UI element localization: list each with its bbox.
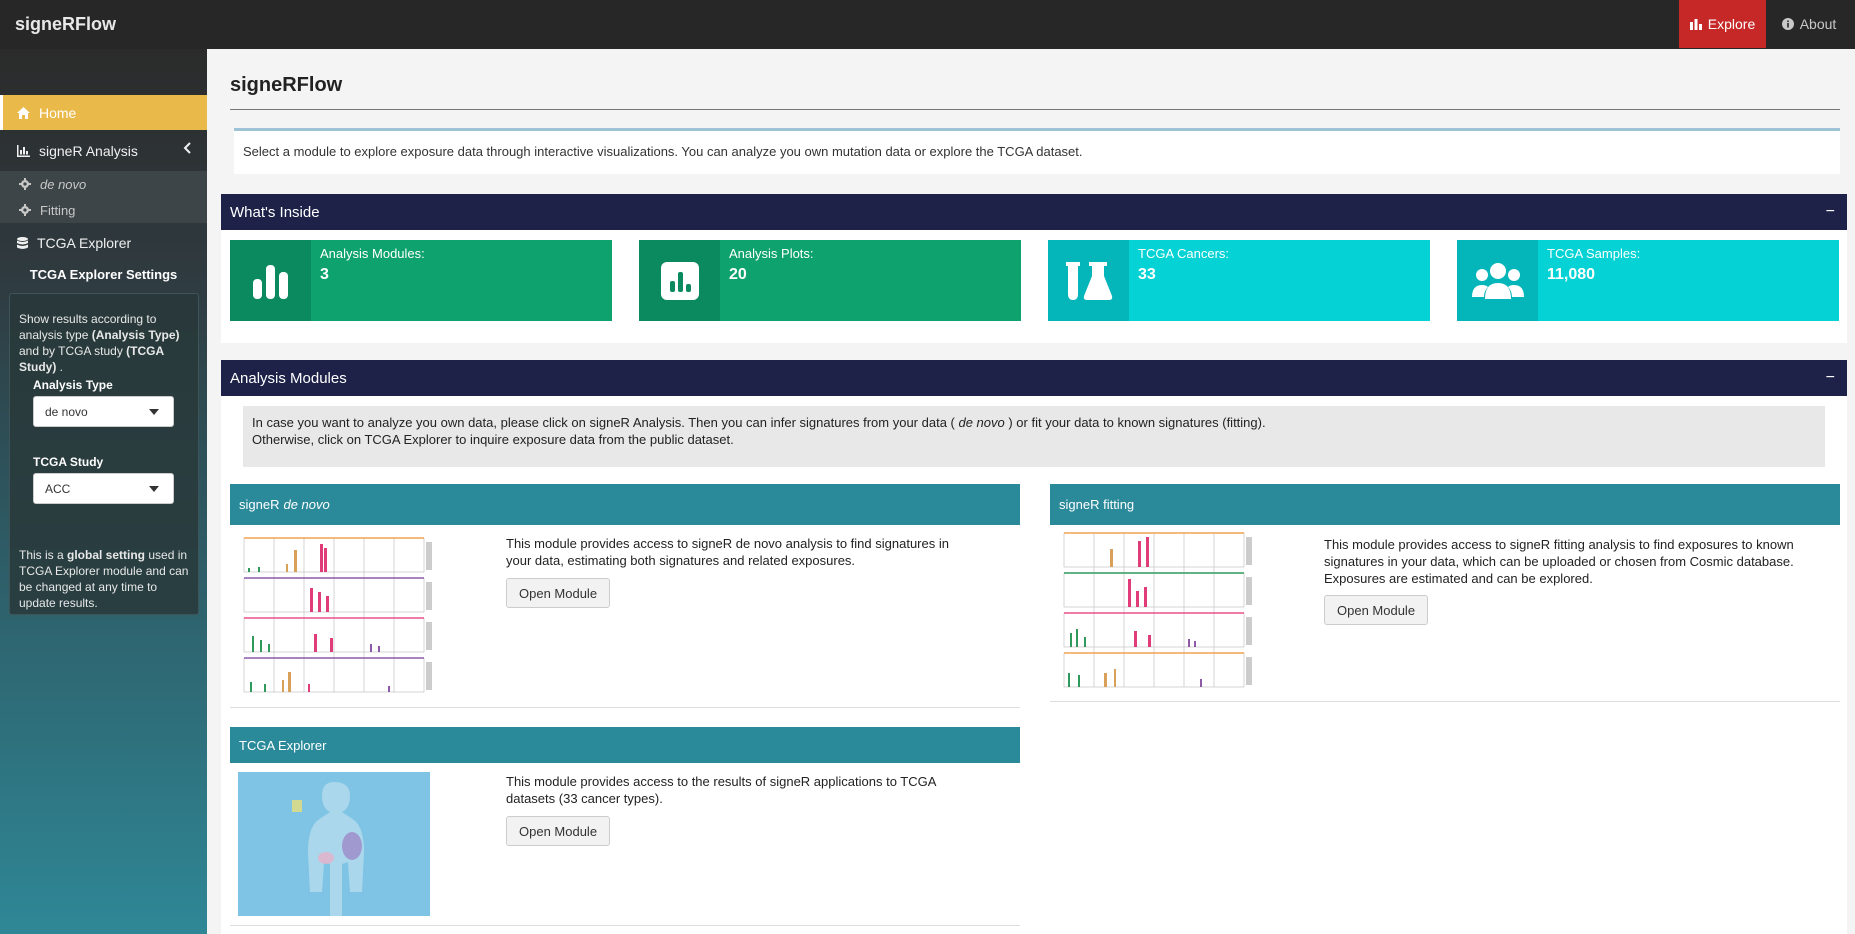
sidebar-item-label: TCGA Explorer [37, 235, 132, 251]
settings-description: Show results according to analysis type … [19, 312, 180, 374]
title-divider [230, 109, 1840, 110]
chart-icon [17, 145, 30, 157]
bar-chart-icon [1689, 19, 1702, 30]
module-header: TCGA Explorer [230, 727, 1020, 763]
page-title: signeRFlow [230, 74, 343, 96]
users-icon [1457, 240, 1538, 321]
caret-down-icon [149, 486, 159, 492]
stat-label: Analysis Plots: [729, 246, 814, 261]
module-description: This module provides access to signeR fi… [1324, 537, 1794, 586]
module-header: signeR de novo [230, 484, 1020, 525]
stat-tcga-samples: TCGA Samples: 11,080 [1457, 240, 1839, 321]
database-icon [17, 236, 28, 249]
nav-about-label: About [1799, 16, 1837, 32]
stat-label: Analysis Modules: [320, 246, 425, 261]
module-header: signeR fitting [1050, 484, 1840, 525]
module-signer-de-novo: signeR de novo This module provides acces… [230, 484, 1020, 708]
section-title: Analysis Modules [230, 369, 347, 387]
sidebar-subitem-label: de novo [40, 176, 87, 192]
sidebar-item-signer-analysis[interactable]: signeR Analysis [0, 133, 207, 169]
stat-value: 20 [729, 266, 747, 283]
module-title: signeR [239, 497, 280, 512]
sidebar-subitem-label: Fitting [40, 202, 76, 218]
tcga-study-value: ACC [45, 481, 71, 496]
section-title: What's Inside [230, 203, 320, 221]
open-module-button[interactable]: Open Module [1324, 595, 1429, 625]
tcga-body-map-image [238, 772, 430, 916]
analysis-callout: In case you want to analyze you own data… [243, 406, 1825, 467]
nav-explore-tab[interactable]: Explore [1679, 0, 1766, 48]
bar-chart-icon [230, 240, 311, 321]
sidebar-submenu: de novo Fitting [0, 171, 207, 223]
nav-explore-label: Explore [1707, 16, 1756, 32]
sidebar-item-label: signeR Analysis [39, 143, 138, 159]
global-setting-note: This is a global setting used in TCGA Ex… [19, 548, 189, 610]
chevron-left-icon [183, 142, 191, 154]
stat-value: 3 [320, 266, 329, 283]
denovo-preview-image [238, 534, 434, 694]
poll-icon [639, 240, 720, 321]
caret-down-icon [149, 409, 159, 415]
top-navbar: signeRFlow Explore About [0, 0, 1855, 49]
tcga-settings-title: TCGA Explorer Settings [29, 267, 178, 282]
analysis-modules-section: Analysis Modules − In case you want to a… [221, 360, 1847, 934]
home-icon [17, 106, 30, 119]
sidebar-subitem-fitting[interactable]: Fitting [0, 197, 207, 223]
sidebar-item-label: Home [39, 104, 77, 121]
flask-icon [1048, 240, 1129, 321]
tcga-settings-panel: Show results according to analysis type … [9, 293, 199, 615]
sidebar-subitem-de-novo[interactable]: de novo [0, 171, 207, 197]
sidebar-item-tcga-explorer[interactable]: TCGA Explorer [0, 225, 207, 261]
tcga-study-label: TCGA Study [33, 455, 104, 469]
module-title-em: de novo [283, 497, 330, 512]
module-signer-fitting: signeR fitting This module provides acce… [1050, 484, 1840, 702]
open-module-button[interactable]: Open Module [506, 578, 611, 608]
stat-label: TCGA Samples: [1547, 246, 1641, 261]
stat-label: TCGA Cancers: [1138, 246, 1230, 261]
stat-analysis-modules: Analysis Modules: 3 [230, 240, 612, 321]
module-title: TCGA Explorer [239, 737, 327, 753]
open-module-button[interactable]: Open Module [506, 816, 611, 846]
analysis-type-select[interactable]: de novo [33, 396, 174, 427]
collapse-button[interactable]: − [1826, 203, 1835, 221]
sidebar-item-home[interactable]: Home [0, 95, 207, 130]
tcga-study-select[interactable]: ACC [33, 473, 174, 504]
analysis-type-value: de novo [45, 404, 88, 419]
module-description: This module provides access to the resul… [506, 774, 936, 806]
stat-analysis-plots: Analysis Plots: 20 [639, 240, 1021, 321]
section-header: Analysis Modules − [221, 360, 1847, 396]
module-description: This module provides access to signeR de… [506, 536, 949, 568]
gear-icon [19, 178, 31, 190]
fitting-preview-image [1058, 529, 1254, 689]
stat-tcga-cancers: TCGA Cancers: 33 [1048, 240, 1430, 321]
gear-icon [19, 204, 31, 216]
stat-value: 11,080 [1547, 266, 1596, 283]
module-tcga-explorer: TCGA Explorer This module provides acces… [230, 727, 1020, 926]
stat-value: 33 [1138, 266, 1156, 283]
intro-box: Select a module to explore exposure data… [234, 128, 1840, 174]
info-icon [1781, 18, 1794, 30]
whats-inside-section: What's Inside − Analysis Modules: 3 Anal… [221, 194, 1847, 343]
app-brand[interactable]: signeRFlow [15, 0, 116, 49]
section-header: What's Inside − [221, 194, 1847, 230]
analysis-type-label: Analysis Type [33, 378, 113, 392]
main-content: signeRFlow Select a module to explore ex… [207, 49, 1855, 934]
collapse-button[interactable]: − [1826, 369, 1835, 387]
nav-about-tab[interactable]: About [1770, 0, 1848, 48]
sidebar: Home signeR Analysis de novo Fitting TCG… [0, 49, 207, 934]
module-title: signeR fitting [1059, 497, 1135, 512]
